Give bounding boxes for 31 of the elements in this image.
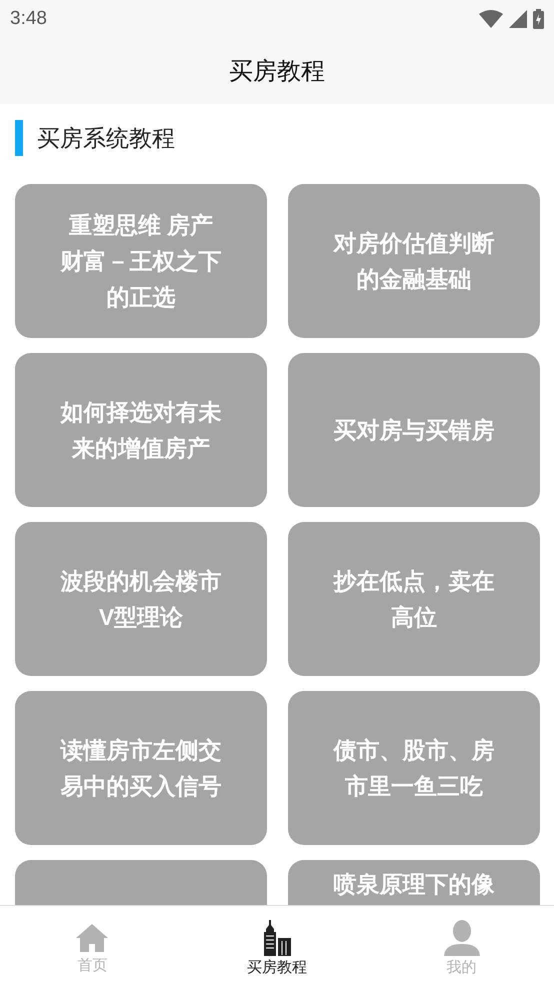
course-card[interactable]: 波段的机会楼市V型理论: [15, 522, 267, 676]
status-time: 3:48: [10, 8, 47, 30]
course-card[interactable]: 买对房与买错房: [288, 353, 540, 507]
card-title: 重塑思维 房产财富－王权之下的正选: [59, 211, 222, 312]
section-title: 买房系统教程: [37, 124, 175, 152]
course-card[interactable]: 喷泉原理下的像: [288, 860, 540, 905]
card-title: 喷泉原理下的像: [332, 870, 496, 899]
course-card[interactable]: 对房价估值判断的金融基础: [288, 184, 540, 338]
nav-tab[interactable]: 首页: [0, 906, 185, 984]
nav-tab[interactable]: 我的: [369, 906, 554, 984]
buildings-icon: [262, 920, 292, 956]
nav-tab[interactable]: 买房教程: [184, 906, 370, 984]
course-card[interactable]: 重塑思维 房产财富－王权之下的正选: [15, 184, 267, 338]
person-icon: [442, 920, 481, 956]
card-title: 如何择选对有未来的增值房产: [59, 398, 222, 463]
course-card[interactable]: 读懂房市左侧交易中的买入信号: [15, 691, 267, 845]
card-title: 债市、股市、房市里一鱼三吃: [332, 736, 496, 801]
signal-icon: [509, 10, 527, 28]
section-accent-bar: [15, 120, 23, 156]
course-card[interactable]: 如何择选对有未来的增值房产: [15, 353, 267, 507]
course-card[interactable]: 抄在低点，卖在高位: [288, 522, 540, 676]
battery-icon: [533, 9, 544, 29]
page-title: 买房教程: [229, 57, 325, 87]
card-title: 波段的机会楼市V型理论: [59, 567, 222, 632]
card-title: 买对房与买错房: [332, 416, 496, 445]
course-card[interactable]: 债市、股市、房市里一鱼三吃: [288, 691, 540, 845]
card-title: 读懂房市左侧交易中的买入信号: [59, 736, 222, 801]
wifi-icon: [479, 10, 503, 28]
card-title: 对房价估值判断的金融基础: [332, 229, 496, 294]
home-icon: [75, 922, 110, 954]
card-title: 抄在低点，卖在高位: [332, 567, 496, 632]
